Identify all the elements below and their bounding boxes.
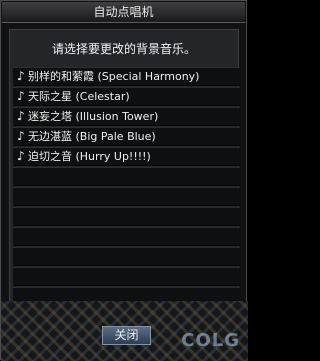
song-row[interactable]: ♪ 迫切之音 (Hurry Up!!!!) <box>13 147 240 166</box>
window-title: 自动点唱机 <box>2 2 245 23</box>
jukebox-window: 自动点唱机 请选择要更改的背景音乐。 ♪ 别样的和萦霞 (Special Harm… <box>0 0 248 361</box>
watermark: COLG <box>181 330 240 351</box>
empty-row[interactable] <box>13 167 240 186</box>
music-note-icon: ♪ <box>17 89 25 103</box>
empty-row[interactable] <box>13 247 240 266</box>
close-button[interactable]: 关闭 <box>102 326 151 345</box>
song-title: 无边湛蓝 (Big Pale Blue) <box>28 130 156 143</box>
song-row[interactable]: ♪ 迷妄之塔 (Illusion Tower) <box>13 107 240 126</box>
song-title: 迫切之音 (Hurry Up!!!!) <box>28 150 151 163</box>
song-row[interactable]: ♪ 无边湛蓝 (Big Pale Blue) <box>13 127 240 146</box>
empty-row[interactable] <box>13 227 240 246</box>
song-row[interactable]: ♪ 天际之星 (Celestar) <box>13 87 240 106</box>
empty-row[interactable] <box>13 267 240 286</box>
music-note-icon: ♪ <box>17 129 25 143</box>
instruction-text: 请选择要更改的背景音乐。 <box>51 42 196 56</box>
song-list: ♪ 别样的和萦霞 (Special Harmony) ♪ 天际之星 (Celesta… <box>13 67 240 318</box>
empty-row[interactable] <box>13 207 240 226</box>
song-title: 天际之星 (Celestar) <box>28 90 130 103</box>
empty-row[interactable] <box>13 187 240 206</box>
song-row[interactable]: ♪ 别样的和萦霞 (Special Harmony) <box>13 67 240 86</box>
music-note-icon: ♪ <box>17 149 25 163</box>
music-note-icon: ♪ <box>17 109 25 123</box>
music-note-icon: ♪ <box>17 69 25 83</box>
song-title: 迷妄之塔 (Illusion Tower) <box>28 110 159 123</box>
song-title: 别样的和萦霞 (Special Harmony) <box>28 70 200 83</box>
